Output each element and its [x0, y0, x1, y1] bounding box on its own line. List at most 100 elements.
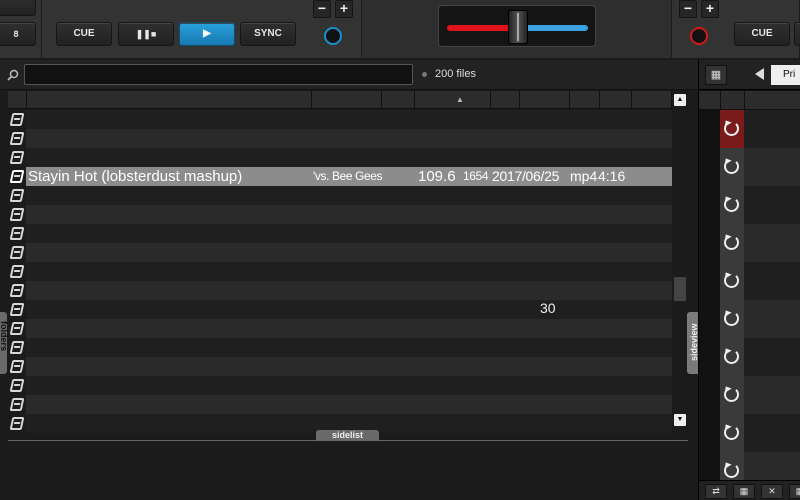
cue-button-left[interactable]: CUE [56, 22, 112, 46]
row-icon-cell [8, 300, 26, 319]
sideview-footer-button[interactable]: ▦ [789, 484, 800, 499]
track-row-selected[interactable]: Stayin Hot (lobsterdust mashup) 'vs. Bee … [8, 167, 672, 186]
scroll-down-button[interactable]: ▼ [674, 414, 686, 426]
column-separator[interactable] [744, 91, 745, 109]
column-separator[interactable] [311, 91, 312, 109]
folders-tab[interactable]: folders [0, 312, 9, 374]
column-separator[interactable] [631, 91, 632, 109]
table-row[interactable] [8, 148, 672, 167]
table-row[interactable] [8, 205, 672, 224]
pitch-plus-button-right[interactable]: + [701, 0, 719, 18]
sideview-row[interactable] [720, 414, 800, 452]
sideview-column-header[interactable] [699, 91, 800, 109]
reload-icon [724, 235, 739, 250]
track-list: Stayin Hot (lobsterdust mashup) 'vs. Bee … [8, 110, 672, 433]
left-deck-partial-button[interactable]: 8 [0, 22, 36, 46]
column-separator[interactable] [414, 91, 415, 109]
column-separator[interactable] [569, 91, 570, 109]
sideview-list [720, 110, 800, 490]
play-button-left[interactable]: ▶ [179, 22, 235, 46]
pause-stop-button-left[interactable]: ❚❚■ [118, 22, 174, 46]
sync-button-left[interactable]: SYNC [240, 22, 296, 46]
table-row[interactable] [8, 186, 672, 205]
reload-button[interactable] [720, 186, 744, 224]
video-file-icon [9, 246, 25, 259]
cue-button-right[interactable]: CUE [734, 22, 790, 46]
right-deck-partial-button[interactable] [794, 22, 800, 46]
row-icon-cell [8, 148, 26, 167]
table-row[interactable] [8, 110, 672, 129]
reload-button[interactable] [720, 338, 744, 376]
file-count: 200 files [435, 68, 476, 80]
column-separator[interactable] [490, 91, 491, 109]
sideview-row[interactable] [720, 186, 800, 224]
row-icon-cell [8, 110, 26, 129]
reload-icon [724, 387, 739, 402]
sideview-row[interactable] [720, 224, 800, 262]
crossfader-right-level [525, 25, 588, 31]
row-icon-cell [8, 224, 26, 243]
crossfader-left-level [447, 25, 512, 31]
reload-button[interactable] [720, 262, 744, 300]
table-row[interactable] [8, 224, 672, 243]
reload-button[interactable] [720, 376, 744, 414]
row-icon-cell [8, 395, 26, 414]
table-row[interactable] [8, 300, 672, 319]
sideview-row[interactable] [720, 300, 800, 338]
table-row[interactable] [8, 281, 672, 300]
search-icon [7, 69, 19, 81]
reload-button[interactable] [720, 224, 744, 262]
column-separator[interactable] [381, 91, 382, 109]
sideview-tab[interactable]: sideview [687, 312, 699, 374]
column-separator[interactable] [720, 91, 721, 109]
left-deck-top-button[interactable] [0, 0, 36, 16]
table-row[interactable] [8, 338, 672, 357]
grid-icon[interactable]: ▦ [705, 65, 727, 85]
pitch-minus-button-right[interactable]: − [679, 0, 697, 18]
crossfader[interactable] [438, 5, 596, 47]
row-icon-cell [8, 281, 26, 300]
sideview-footer-button[interactable]: ✕ [761, 484, 783, 499]
column-separator[interactable] [671, 91, 672, 109]
sideview-footer-button[interactable]: ▦ [733, 484, 755, 499]
search-input[interactable] [24, 64, 413, 85]
column-separator[interactable] [26, 91, 27, 109]
sort-arrow-icon[interactable]: ▲ [456, 95, 464, 104]
table-row[interactable] [8, 395, 672, 414]
sideview-row[interactable] [720, 262, 800, 300]
column-separator[interactable] [599, 91, 600, 109]
pitch-plus-button-left[interactable]: + [335, 0, 353, 18]
scroll-up-button[interactable]: ▲ [674, 94, 686, 106]
reload-button[interactable] [720, 148, 744, 186]
column-separator[interactable] [519, 91, 520, 109]
right-deck-transport: − + CUE [672, 0, 800, 58]
table-row[interactable] [8, 376, 672, 395]
table-row[interactable] [8, 243, 672, 262]
video-file-icon [9, 151, 25, 164]
video-file-icon [9, 417, 25, 430]
sideview-row[interactable] [720, 376, 800, 414]
track-list-scrollbar[interactable]: ▲ ▼ [673, 91, 687, 427]
reload-button[interactable] [720, 414, 744, 452]
sideview-row[interactable] [720, 110, 800, 148]
scroll-thumb[interactable] [674, 277, 686, 301]
crossfader-handle[interactable] [508, 10, 528, 44]
sidelist-tab[interactable]: sidelist [316, 430, 379, 441]
video-file-icon [9, 360, 25, 373]
sideview-row[interactable] [720, 148, 800, 186]
triangle-left-icon[interactable] [755, 68, 764, 80]
table-row[interactable] [8, 319, 672, 338]
table-row[interactable] [8, 262, 672, 281]
table-row[interactable] [8, 357, 672, 376]
sideview-footer-button[interactable]: ⇄ [705, 484, 727, 499]
column-header[interactable]: ▲ [8, 91, 672, 109]
table-row[interactable] [8, 129, 672, 148]
sideview-row[interactable] [720, 338, 800, 376]
reload-button[interactable] [720, 110, 744, 148]
left-deck-transport: CUE ❚❚■ ▶ SYNC − + [42, 0, 362, 58]
key-knob-icon-right[interactable] [690, 27, 708, 45]
pitch-minus-button-left[interactable]: − [313, 0, 331, 18]
sideview-select[interactable]: Pri [771, 65, 800, 85]
reload-button[interactable] [720, 300, 744, 338]
key-knob-icon-left[interactable] [324, 27, 342, 45]
